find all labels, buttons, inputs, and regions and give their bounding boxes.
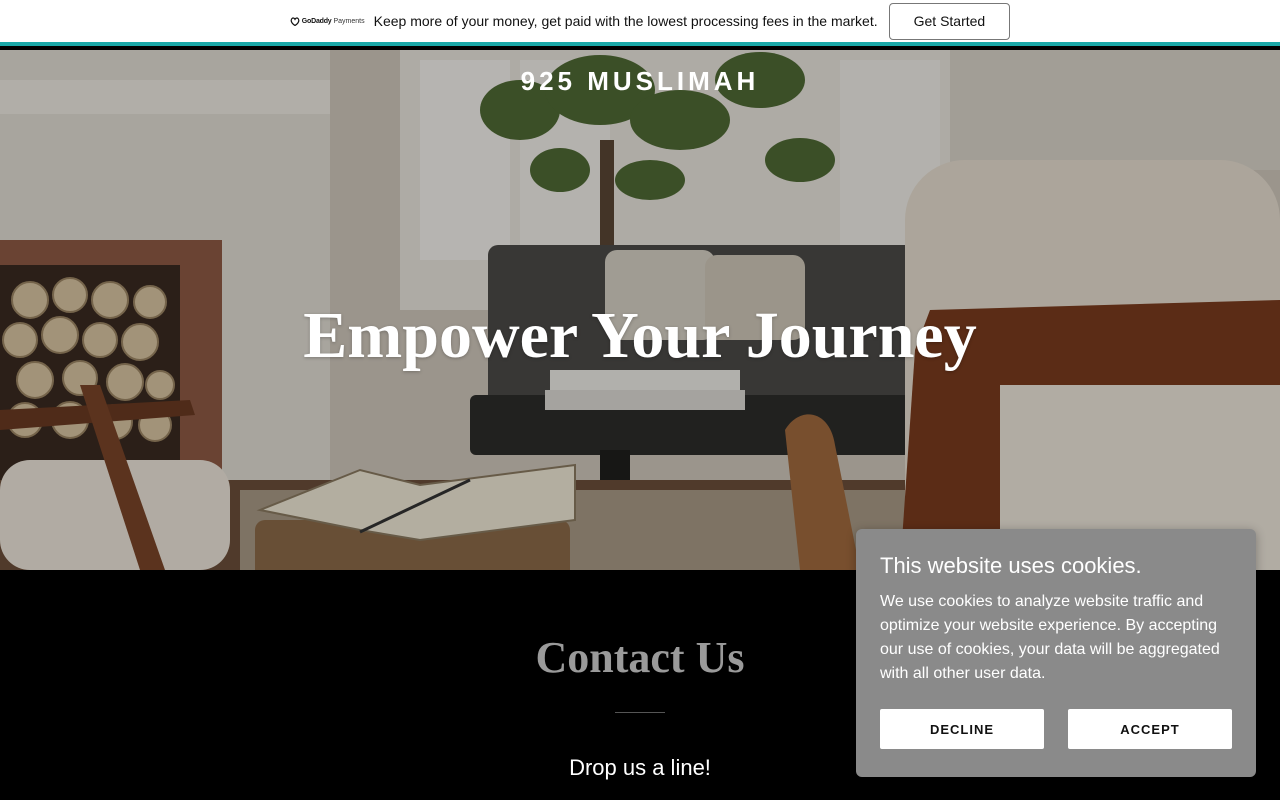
hero-section: 925 MUSLIMAH Empower Your Journey [0, 50, 1280, 570]
cookie-body: We use cookies to analyze website traffi… [880, 593, 1220, 682]
promo-bar: GoDaddy Payments Keep more of your money… [0, 0, 1280, 46]
promo-content: GoDaddy Payments Keep more of your money… [290, 2, 1011, 40]
hero-headline: Empower Your Journey [303, 299, 977, 372]
accept-button[interactable]: ACCEPT [1068, 709, 1232, 749]
section-divider [615, 712, 665, 713]
logo-sub-text: Payments [333, 17, 365, 25]
decline-button[interactable]: DECLINE [880, 709, 1044, 749]
get-started-button[interactable]: Get Started [888, 2, 1011, 40]
godaddy-logo-icon [290, 16, 300, 26]
site-title[interactable]: 925 MUSLIMAH [0, 66, 1280, 97]
godaddy-payments-logo: GoDaddy Payments [290, 16, 365, 26]
logo-brand-text: GoDaddy [301, 17, 332, 25]
cookie-consent-dialog: This website uses cookies. We use cookie… [856, 529, 1256, 777]
cookie-title: This website uses cookies. [880, 553, 1142, 578]
promo-message: Keep more of your money, get paid with t… [373, 13, 878, 29]
cookie-actions: DECLINE ACCEPT [880, 709, 1232, 749]
